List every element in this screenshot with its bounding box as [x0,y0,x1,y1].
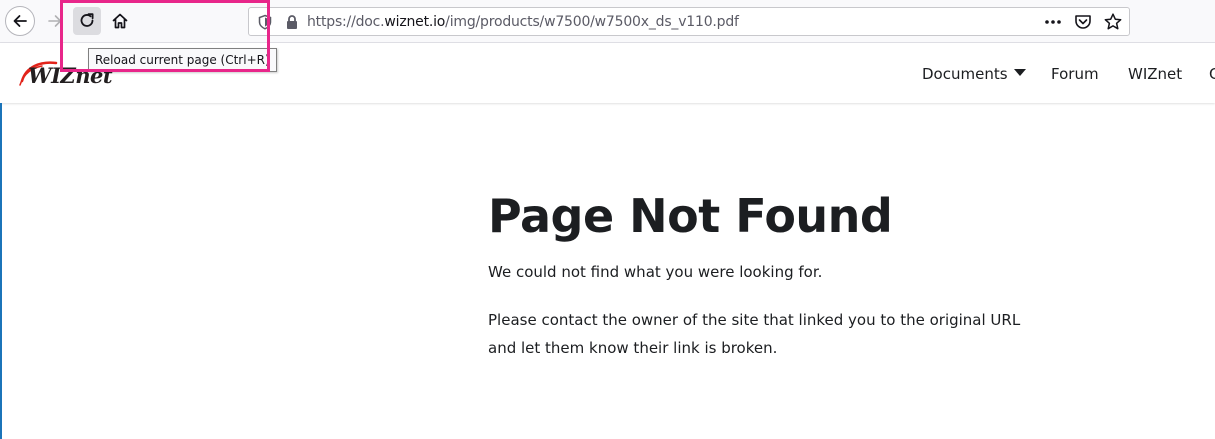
back-arrow-icon [13,15,27,27]
back-button[interactable] [5,6,35,36]
url-actions [1043,12,1123,32]
left-edge-bar [0,103,2,439]
nav-documents-label: Documents [922,65,1008,83]
not-found-message: We could not find what you were looking … [488,263,823,281]
nav-forum-link[interactable]: Forum [1051,65,1099,83]
caret-down-icon [1013,69,1026,76]
star-icon[interactable] [1103,12,1123,32]
forward-button[interactable] [42,8,68,34]
page-title: Page Not Found [488,189,893,243]
reload-button[interactable] [73,7,101,35]
pocket-icon[interactable] [1073,12,1093,32]
tracking-protection-shield-icon[interactable] [257,14,273,30]
browser-toolbar: https://doc.wiznet.io/img/products/w7500… [0,0,1215,43]
contact-owner-message: Please contact the owner of the site tha… [488,311,1021,357]
more-dots-icon[interactable] [1043,12,1063,32]
reload-icon [80,13,94,27]
nav-wiznet-link[interactable]: WIZnet [1128,65,1182,83]
address-bar[interactable]: https://doc.wiznet.io/img/products/w7500… [248,7,1130,36]
url-host: wiznet.io [384,14,446,30]
reload-tooltip: Reload current page (Ctrl+R) [88,48,277,72]
nav-documents-dropdown[interactable]: Documents [922,65,1026,83]
lock-icon[interactable] [285,14,299,30]
nav-overflow-link[interactable]: C [1209,65,1215,83]
url-prefix: https://doc. [307,14,385,30]
forward-arrow-icon [48,15,62,27]
home-icon [112,13,128,29]
home-button[interactable] [106,7,134,35]
url-path: /img/products/w7500/w7500x_ds_v110.pdf [445,14,739,30]
url-text[interactable]: https://doc.wiznet.io/img/products/w7500… [307,14,739,30]
main-content: Page Not Found We could not find what yo… [488,189,1048,357]
